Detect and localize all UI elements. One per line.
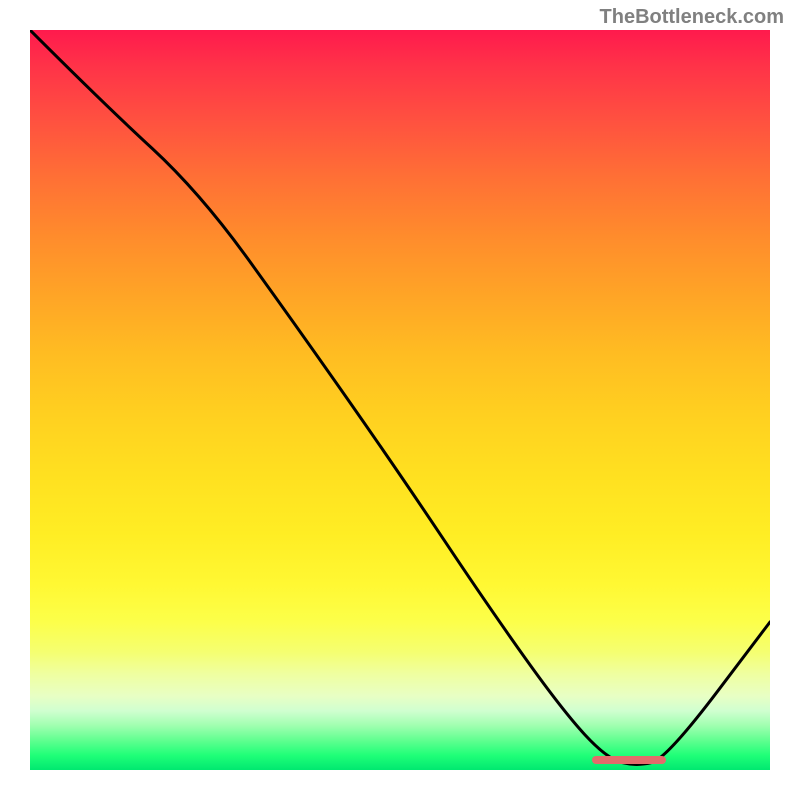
chart-line-svg (30, 30, 770, 770)
watermark-text: TheBottleneck.com (600, 6, 784, 29)
highlight-marker (592, 756, 666, 764)
chart-plot-area (30, 30, 770, 770)
curve-line (30, 30, 770, 764)
